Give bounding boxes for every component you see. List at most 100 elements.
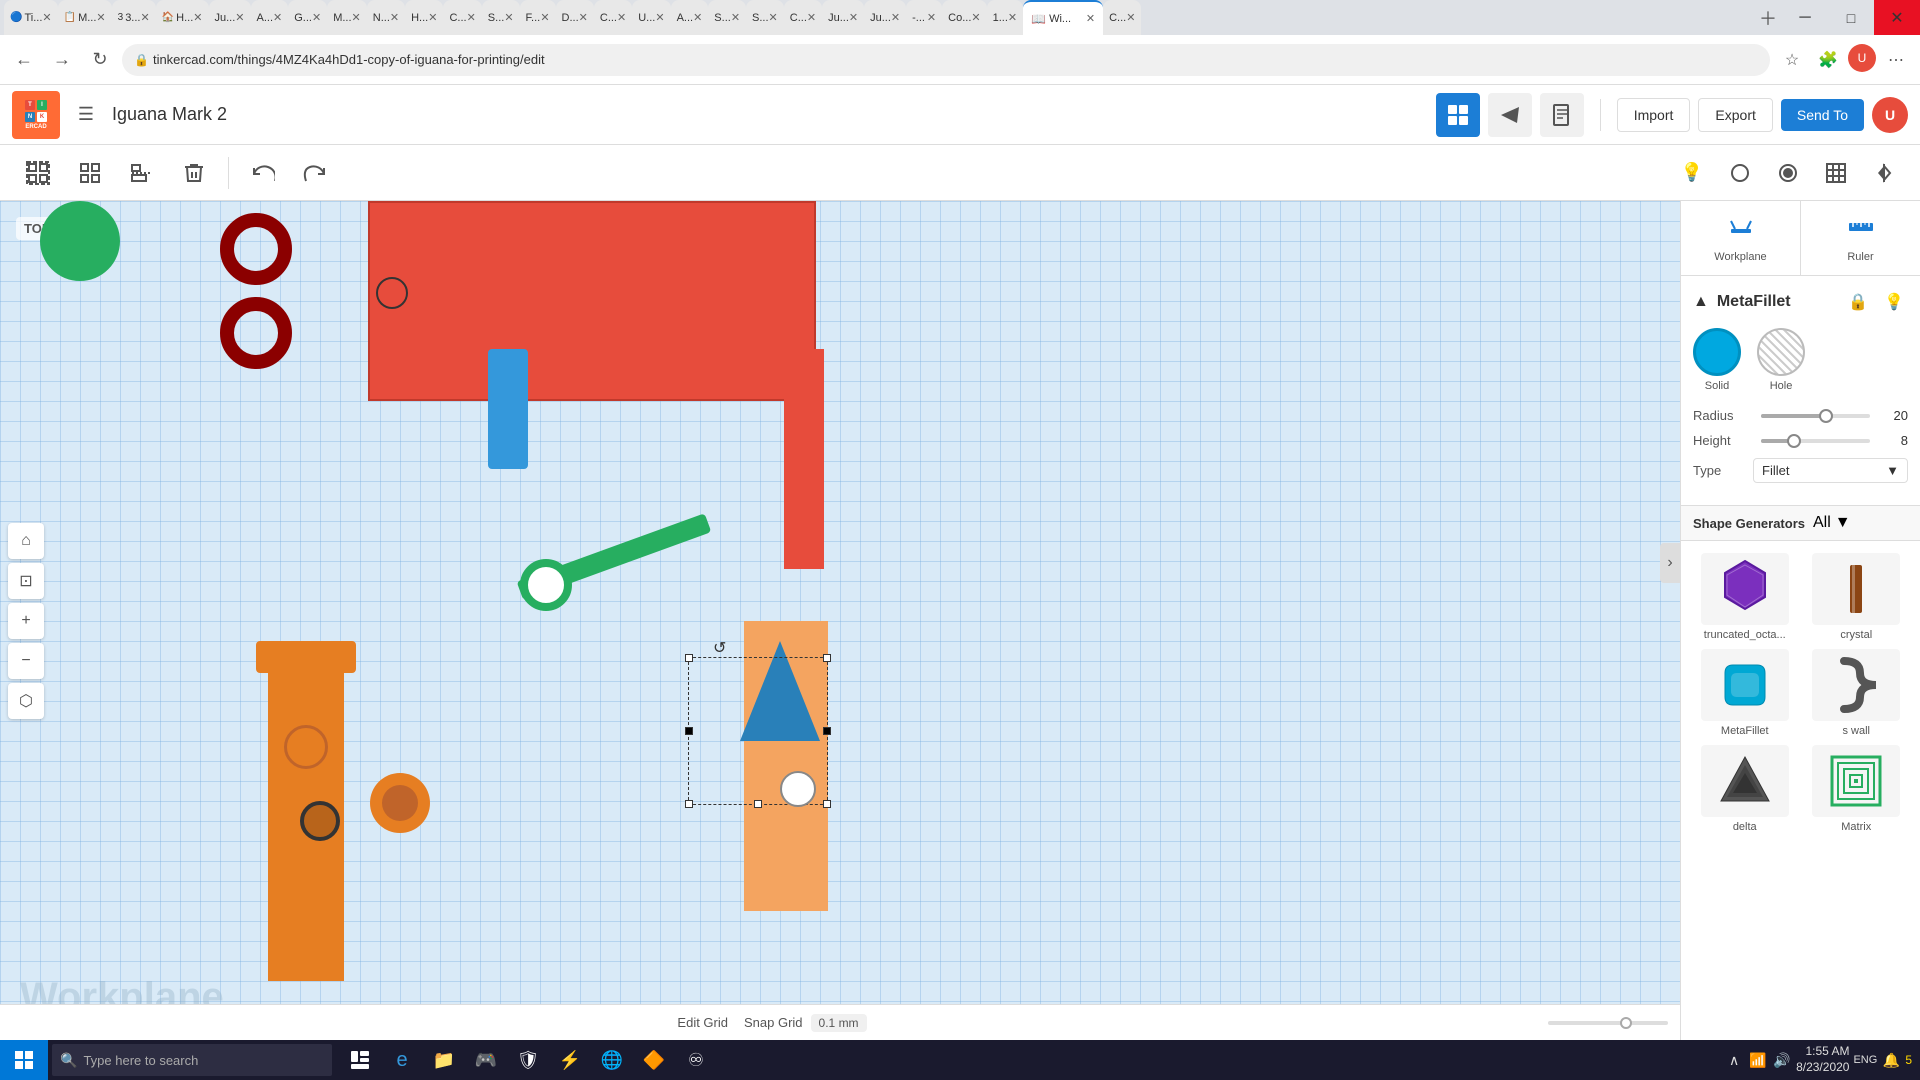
perspective-button[interactable]: ⬡ — [8, 683, 44, 719]
home-view-button[interactable]: ⌂ — [8, 523, 44, 559]
minimize-button[interactable]: ─ — [1782, 0, 1828, 35]
arduino-taskbar[interactable]: ♾ — [676, 1040, 716, 1080]
tab-22[interactable]: Ju...✕ — [864, 0, 906, 35]
fusion-taskbar[interactable]: 🔶 — [634, 1040, 674, 1080]
collapse-panel-button[interactable]: › — [1660, 543, 1680, 583]
delete-button[interactable] — [172, 151, 216, 195]
tab-6[interactable]: A...✕ — [251, 0, 289, 35]
sg-item-metafillet[interactable]: MetaFillet — [1693, 649, 1797, 737]
edge-browser-taskbar[interactable]: e — [382, 1040, 422, 1080]
tray-language[interactable]: ENG — [1853, 1054, 1877, 1066]
tray-notifications[interactable]: 🔔 — [1881, 1050, 1901, 1070]
zoom-slider[interactable] — [1548, 1021, 1668, 1025]
height-slider[interactable] — [1761, 439, 1870, 443]
close-button[interactable]: ✕ — [1874, 0, 1920, 35]
user-avatar[interactable]: U — [1872, 97, 1908, 133]
tab-9[interactable]: N...✕ — [367, 0, 405, 35]
tab-13[interactable]: F...✕ — [520, 0, 556, 35]
sg-item-truncated-oct[interactable]: truncated_octa... — [1693, 553, 1797, 641]
new-tab-button[interactable]: ＋ — [1754, 4, 1782, 32]
tray-volume[interactable]: 🔊 — [1772, 1050, 1792, 1070]
maximize-button[interactable]: □ — [1828, 0, 1874, 35]
hole-option[interactable]: Hole — [1757, 328, 1805, 392]
tab-19[interactable]: S...✕ — [746, 0, 784, 35]
undo-button[interactable] — [241, 151, 285, 195]
sg-item-matrix[interactable]: Matrix — [1805, 745, 1909, 833]
tab-24[interactable]: Co...✕ — [942, 0, 986, 35]
zoom-in-button[interactable]: + — [8, 603, 44, 639]
tc-logo[interactable]: T I N K ERCAD — [12, 91, 60, 139]
profile-button[interactable]: U — [1848, 44, 1876, 72]
tab-14[interactable]: D...✕ — [556, 0, 594, 35]
sg-item-swall[interactable]: s wall — [1805, 649, 1909, 737]
tab-10[interactable]: H...✕ — [405, 0, 443, 35]
tc-canvas[interactable]: TOP ⌂ ⊡ + − ⬡ — [0, 201, 1680, 1040]
radius-thumb[interactable] — [1819, 409, 1833, 423]
grid-tool[interactable] — [1816, 153, 1856, 193]
tab-active[interactable]: 📖Wi...✕ — [1023, 0, 1103, 35]
sg-filter[interactable]: All ▼ — [1813, 514, 1851, 532]
tab-25[interactable]: 1...✕ — [987, 0, 1024, 35]
sg-item-crystal[interactable]: crystal — [1805, 553, 1909, 641]
tab-15[interactable]: C...✕ — [594, 0, 632, 35]
extensions-button[interactable]: 🧩 — [1812, 44, 1844, 76]
fit-view-button[interactable]: ⊡ — [8, 563, 44, 599]
chrome-taskbar[interactable]: 🌐 — [592, 1040, 632, 1080]
tab-17[interactable]: A...✕ — [671, 0, 709, 35]
tab-1[interactable]: 🔵Ti...✕ — [4, 0, 58, 35]
ruler-view-button[interactable] — [1488, 93, 1532, 137]
tab-23[interactable]: -...✕ — [906, 0, 942, 35]
radius-slider[interactable] — [1761, 414, 1870, 418]
back-button[interactable]: ← — [8, 44, 40, 76]
import-button[interactable]: Import — [1617, 98, 1691, 132]
tray-network[interactable]: 📶 — [1748, 1050, 1768, 1070]
tab-7[interactable]: G...✕ — [288, 0, 327, 35]
ungroup-button[interactable] — [68, 151, 112, 195]
shape-tool[interactable] — [1720, 153, 1760, 193]
steam-taskbar[interactable]: 🎮 — [466, 1040, 506, 1080]
tab-16[interactable]: U...✕ — [632, 0, 670, 35]
tab-4[interactable]: 🏠H...✕ — [156, 0, 209, 35]
ruler-button[interactable]: Ruler — [1801, 201, 1920, 275]
grid-view-button[interactable] — [1436, 93, 1480, 137]
tab-12[interactable]: S...✕ — [482, 0, 520, 35]
light-tool[interactable]: 💡 — [1672, 153, 1712, 193]
project-name[interactable]: Iguana Mark 2 — [112, 104, 227, 125]
edit-grid-button[interactable]: Edit Grid — [677, 1015, 728, 1030]
type-select[interactable]: Fillet ▼ — [1753, 458, 1908, 483]
tab-3[interactable]: 33...✕ — [112, 0, 156, 35]
forward-button[interactable]: → — [46, 44, 78, 76]
snap-value[interactable]: 0.1 mm — [811, 1014, 867, 1032]
object-tool[interactable] — [1768, 153, 1808, 193]
taskbar-search[interactable]: 🔍 Type here to search — [52, 1044, 332, 1076]
bookmark-button[interactable]: ☆ — [1776, 44, 1808, 76]
mirror-tool[interactable] — [1864, 153, 1904, 193]
tab-2[interactable]: 📋M...✕ — [58, 0, 112, 35]
address-bar[interactable]: 🔒 tinkercad.com/things/4MZ4Ka4hDd1-copy-… — [122, 44, 1770, 76]
start-button[interactable] — [0, 1040, 48, 1080]
tab-21[interactable]: Ju...✕ — [822, 0, 864, 35]
solid-option[interactable]: Solid — [1693, 328, 1741, 392]
tab-8[interactable]: M...✕ — [327, 0, 367, 35]
lock-button[interactable]: 🔒 — [1844, 288, 1872, 316]
props-collapse-icon[interactable]: ▲ — [1693, 293, 1709, 311]
tab-5[interactable]: Ju...✕ — [209, 0, 251, 35]
document-view-button[interactable] — [1540, 93, 1584, 137]
refresh-button[interactable]: ↻ — [84, 44, 116, 76]
align-button[interactable] — [120, 151, 164, 195]
zoom-out-button[interactable]: − — [8, 643, 44, 679]
tab-18[interactable]: S...✕ — [708, 0, 746, 35]
export-button[interactable]: Export — [1698, 98, 1772, 132]
tab-20[interactable]: C...✕ — [784, 0, 822, 35]
task-view-button[interactable] — [340, 1040, 380, 1080]
sendto-button[interactable]: Send To — [1781, 99, 1864, 131]
app5-taskbar[interactable]: ⚡ — [550, 1040, 590, 1080]
tab-11[interactable]: C...✕ — [443, 0, 481, 35]
file-explorer-taskbar[interactable]: 📁 — [424, 1040, 464, 1080]
sg-item-delta[interactable]: delta — [1693, 745, 1797, 833]
settings-button[interactable]: ⋯ — [1880, 44, 1912, 76]
workplane-button[interactable]: Workplane — [1681, 201, 1801, 275]
tray-time[interactable]: 1:55 AM 8/23/2020 — [1796, 1044, 1849, 1075]
group-button[interactable] — [16, 151, 60, 195]
antivirus-taskbar[interactable]: 🛡 — [508, 1040, 548, 1080]
